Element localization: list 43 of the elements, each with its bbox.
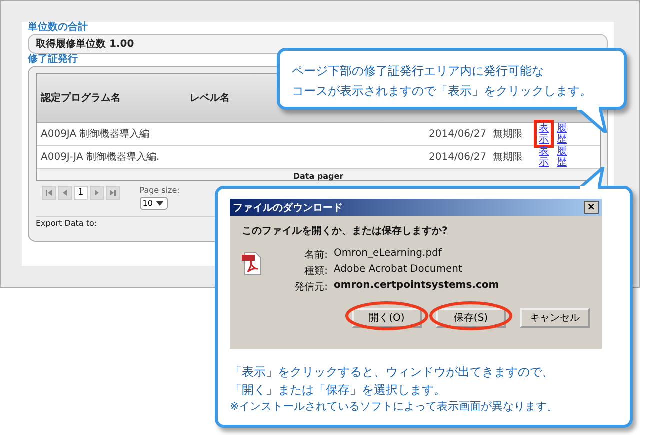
section-title: 修了証発行 xyxy=(28,54,79,66)
callout-text: コースが表示されますので「表示」をクリックします。 xyxy=(292,83,593,100)
table-link[interactable]: 表示 xyxy=(539,146,549,168)
page-number-button[interactable]: 1 xyxy=(74,186,88,200)
last-page-icon xyxy=(108,189,117,197)
field-value: omron.certpointsystems.com xyxy=(334,280,500,293)
next-page-icon xyxy=(92,189,101,197)
page-size-label: Page size: xyxy=(140,186,180,195)
previous-page-icon xyxy=(61,189,69,197)
dialog-button[interactable]: キャンセル xyxy=(520,308,590,328)
instruction-text: 「表示」をクリックすると、ウィンドウが出てきますので、 xyxy=(230,364,555,381)
first-page-button[interactable] xyxy=(42,186,56,200)
section-title: 単位数の合計 xyxy=(28,22,89,34)
credits-label: 取得履修単位数 1.00 xyxy=(36,38,134,51)
caret-icon xyxy=(156,201,164,206)
column-header: レベル名 xyxy=(189,92,230,105)
table-cell-text: 無期限 xyxy=(492,128,524,141)
table-cell-text: 無期限 xyxy=(492,150,524,164)
next-page-button[interactable] xyxy=(90,186,104,200)
field-label: 種類: xyxy=(304,264,328,278)
footnote-text: ※インストールされているソフトによって表示画面が異なります。 xyxy=(230,399,560,415)
page-size-select[interactable]: 10 xyxy=(140,197,168,210)
previous-page-button[interactable] xyxy=(58,186,72,200)
pdf-file-icon xyxy=(242,252,262,276)
field-value: Adobe Acrobat Document xyxy=(334,264,462,277)
table-cell-text: A009JA 制御機器導入編 xyxy=(40,128,151,141)
first-page-icon xyxy=(45,189,53,197)
table-link[interactable]: 表示 xyxy=(539,123,549,145)
instruction-text: 「開く」または「保存」を選択します。 xyxy=(230,382,447,399)
dialog-title: ファイルのダウンロード xyxy=(233,202,343,214)
table-cell-text: 2014/06/27 xyxy=(428,128,488,140)
table-cell-text: 2014/06/27 xyxy=(428,152,488,162)
table-link[interactable]: 履歴 xyxy=(557,123,567,145)
pager-label: Data pager xyxy=(293,172,344,181)
field-value: Omron_eLearning.pdf xyxy=(334,248,442,261)
last-page-button[interactable] xyxy=(106,186,120,200)
field-label: 名前: xyxy=(304,249,328,262)
close-button[interactable]: × xyxy=(584,201,599,214)
column-header: 認定プログラム名 xyxy=(40,91,122,105)
field-label: 発信元: xyxy=(294,281,328,294)
table-cell-text: A009J-JA 制御機器導入編. xyxy=(40,150,161,164)
table-link[interactable]: 履歴 xyxy=(557,146,567,168)
callout-text: ページ下部の修了証発行エリア内に発行可能な xyxy=(292,63,545,80)
